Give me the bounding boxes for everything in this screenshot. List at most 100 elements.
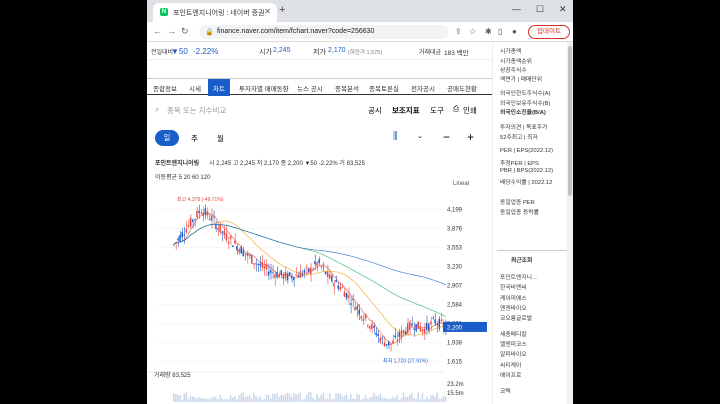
sidebar-row: 52주최고 | 최저 xyxy=(500,135,538,141)
browser-tab[interactable]: N 포인트엔지니어링 : 네이버 증권 ✕ xyxy=(153,3,277,22)
close-tab-icon[interactable]: ✕ xyxy=(264,7,271,16)
sidebar-row[interactable]: 케이피에스 xyxy=(500,293,527,302)
prev-label: 전일대비 xyxy=(151,50,174,56)
volume-bar xyxy=(248,394,251,402)
candle-body xyxy=(242,250,245,256)
volume-tick-label: 15.5m xyxy=(447,391,464,397)
price-chart[interactable]: 4,1993,8763,5533,2302,9072,5842,2611,938… xyxy=(147,188,492,404)
tab-analysis[interactable]: 종목분석 xyxy=(335,83,359,93)
scrollbar-thumb[interactable] xyxy=(568,46,572,196)
volume-bar xyxy=(394,397,396,402)
volume-bar xyxy=(404,397,407,402)
tab-chart[interactable]: 차트 xyxy=(208,79,230,96)
candle-body xyxy=(280,270,282,275)
compare-search-input[interactable]: 종목 또는 지수비교 xyxy=(167,105,226,116)
candle-body xyxy=(267,271,270,276)
tab-discussion[interactable]: 종목토론실 xyxy=(369,83,399,93)
tab-disclosure[interactable]: 전자공시 xyxy=(411,83,435,93)
volume-bar xyxy=(310,392,312,402)
extensions-icon[interactable]: ✱ xyxy=(485,27,492,36)
candle-body xyxy=(208,219,211,220)
volume-bar xyxy=(200,397,202,402)
forward-icon[interactable]: → xyxy=(167,26,176,36)
close-window-icon[interactable]: ✕ xyxy=(559,4,567,15)
candle-type-icon[interactable]: ⫼ xyxy=(393,131,398,142)
sidebar-row[interactable]: 엔젠바이오 xyxy=(500,303,527,312)
sidebar-row[interactable]: 포인트엔지니... xyxy=(500,272,537,281)
trade-amount-label: 거래대금 xyxy=(419,50,442,56)
address-bar[interactable]: 🔒 finance.naver.com/item/fchart.naver?co… xyxy=(199,25,449,39)
volume-bar xyxy=(225,398,228,402)
candle-body xyxy=(259,263,261,266)
indicator-button[interactable]: 보조지표 xyxy=(392,105,420,116)
sidebar-row[interactable]: 에이프로 xyxy=(500,370,521,379)
period-month[interactable]: 월 xyxy=(217,133,224,144)
candle-body xyxy=(320,266,323,268)
profile-icon[interactable]: ● xyxy=(512,27,517,36)
print-button[interactable]: 인쇄 xyxy=(463,105,477,116)
volume-bar xyxy=(396,395,398,402)
volume-bar xyxy=(339,393,341,402)
sidebar-row: 외국인한도주식수(A) xyxy=(500,91,551,97)
sidebar-row[interactable]: 세종메디칼 xyxy=(500,329,527,338)
volume-bar xyxy=(288,394,291,402)
candle-body xyxy=(413,328,415,330)
tools-button[interactable]: 도구 xyxy=(430,105,444,116)
chevron-down-icon[interactable]: ⌄ xyxy=(417,132,423,140)
current-price-label: 2,200 xyxy=(447,325,463,331)
tab-price[interactable]: 시세 xyxy=(189,83,201,93)
volume-bar xyxy=(352,398,354,402)
disclosure-button[interactable]: 공시 xyxy=(368,105,382,116)
sidepanel-icon[interactable]: ▯ xyxy=(498,27,502,36)
volume-bar xyxy=(442,395,445,402)
volume-bar xyxy=(244,396,247,402)
tab-news[interactable]: 뉴스 공시 xyxy=(297,83,323,93)
maximize-icon[interactable]: ☐ xyxy=(536,4,544,15)
reload-icon[interactable]: ↻ xyxy=(181,26,189,37)
y-tick-label: 3,876 xyxy=(447,227,463,233)
sidebar-row[interactable]: 한국비엔씨 xyxy=(500,282,527,291)
zoom-in-icon[interactable]: + xyxy=(467,130,474,144)
period-week[interactable]: 주 xyxy=(191,133,198,144)
volume-bar xyxy=(409,394,411,402)
tab-short-selling[interactable]: 공매도현황 xyxy=(447,83,477,93)
volume-bar xyxy=(307,392,310,402)
volume-bar xyxy=(390,398,392,402)
volume-bar xyxy=(236,399,238,402)
open-value: 2,245 xyxy=(273,47,291,54)
scale-select[interactable]: Linear xyxy=(453,181,470,187)
back-icon[interactable]: ← xyxy=(153,26,162,36)
sidebar-row[interactable]: 알피바이오 xyxy=(500,349,527,358)
tab-investor[interactable]: 투자자별 매매동향 xyxy=(239,83,289,93)
volume-bar xyxy=(423,399,426,402)
volume-bar xyxy=(379,393,382,402)
volume-bar xyxy=(425,396,428,402)
sidebar-row[interactable]: 엘앤피코스 xyxy=(500,339,527,348)
new-tab-icon[interactable]: + xyxy=(279,4,285,16)
low-value: 2,170 xyxy=(328,47,346,54)
zoom-out-icon[interactable]: − xyxy=(443,130,450,144)
bookmark-star-icon[interactable]: ☆ xyxy=(469,27,476,36)
sidebar-row[interactable]: 코텍 xyxy=(500,386,511,395)
share-icon[interactable]: ⇪ xyxy=(455,27,462,36)
candle-body xyxy=(232,245,234,248)
volume-bar xyxy=(255,395,257,402)
minimize-icon[interactable]: — xyxy=(512,4,521,14)
sidebar-row[interactable]: 코오롱글로벌 xyxy=(500,313,532,322)
max-marker: 최고 4,378 (-49.71%) xyxy=(177,196,224,203)
trade-amount-value: 183 백만 xyxy=(444,50,469,57)
volume-bar xyxy=(198,397,200,402)
candle-body xyxy=(360,316,363,319)
ohlc-line: 시 2,245 고 2,245 저 2,170 종 2,200 ▼50 -2.2… xyxy=(209,161,365,167)
volume-bar xyxy=(181,399,183,402)
volume-bar xyxy=(183,393,186,402)
candle-body xyxy=(250,255,253,264)
volume-bar xyxy=(356,393,358,402)
y-tick-label: 1,938 xyxy=(447,340,463,346)
candle-body xyxy=(206,211,209,216)
candle-body xyxy=(415,324,417,331)
tab-summary[interactable]: 종합정보 xyxy=(153,83,177,93)
update-button[interactable]: 업데이트 xyxy=(528,25,570,39)
sidebar-row[interactable]: 씨티케이 xyxy=(500,360,521,369)
period-day[interactable]: 일 xyxy=(155,130,179,146)
